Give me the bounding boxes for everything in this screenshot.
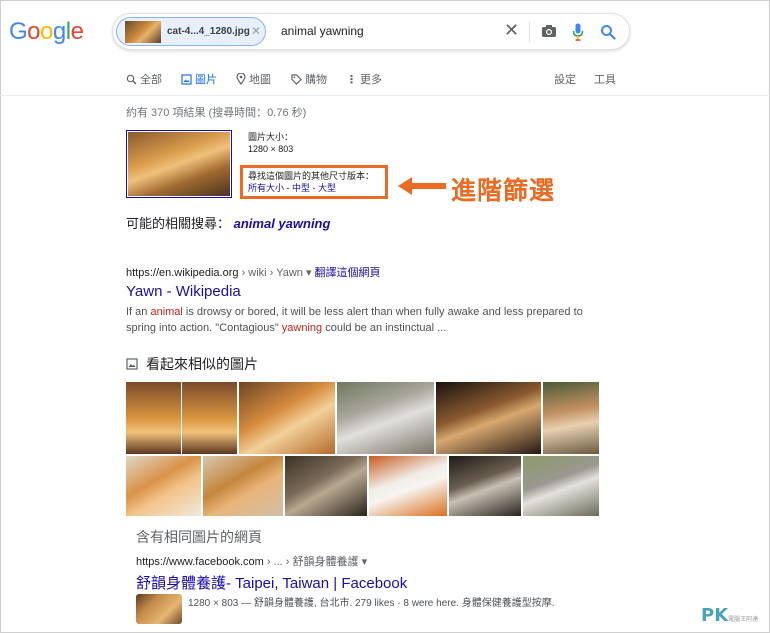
tab-all-label: 全部 bbox=[140, 74, 162, 86]
query-image-thumbnail[interactable] bbox=[126, 130, 232, 198]
tools-label: 工具 bbox=[594, 74, 616, 86]
related-prefix: 可能的相關搜尋： bbox=[126, 216, 231, 231]
settings-label: 設定 bbox=[554, 74, 576, 86]
result2-snippet: 1280 × 803 — 舒韻身體養護, 台北市. 279 likes · 8 … bbox=[188, 598, 555, 609]
tag-icon bbox=[291, 73, 302, 85]
result-url-crumbs: › wiki › Yawn bbox=[238, 267, 303, 279]
tab-more[interactable]: ⋮ 更多 bbox=[346, 71, 382, 87]
tab-all[interactable]: 全部 bbox=[126, 71, 162, 87]
similar-image[interactable] bbox=[126, 382, 181, 454]
translate-link[interactable]: 翻譯這個網頁 bbox=[315, 267, 381, 279]
search-divider bbox=[529, 22, 530, 42]
tab-images-label: 圖片 bbox=[195, 74, 217, 86]
highlight-box bbox=[240, 165, 388, 199]
camera-icon[interactable] bbox=[541, 24, 557, 38]
watermark-logo: PK電腦王阿達 bbox=[701, 605, 759, 626]
similar-image[interactable] bbox=[449, 456, 521, 516]
result2-url: https://www.facebook.com › ... › 舒韻身體養護 … bbox=[136, 553, 367, 569]
chevron-down-icon[interactable]: ▾ bbox=[362, 556, 368, 568]
similar-images-label: 看起來相似的圖片 bbox=[146, 356, 258, 372]
image-chip[interactable]: cat-4...4_1280.jpg ✕ bbox=[116, 17, 266, 46]
search-icon bbox=[126, 74, 137, 84]
result2-url-domain: https://www.facebook.com bbox=[136, 556, 264, 568]
annotation-label: 進階篩選 bbox=[451, 176, 556, 205]
tab-maps-label: 地圖 bbox=[249, 74, 271, 86]
google-logo[interactable]: Google bbox=[9, 18, 84, 46]
tab-more-label: 更多 bbox=[360, 74, 382, 86]
matching-pages-heading: 含有相同圖片的網頁 bbox=[136, 529, 262, 545]
settings-link[interactable]: 設定 bbox=[554, 71, 576, 87]
result-snippet: If an animal is drowsy or bored, it will… bbox=[126, 306, 583, 334]
chip-close-icon[interactable]: ✕ bbox=[251, 24, 261, 38]
chip-label: cat-4...4_1280.jpg bbox=[167, 26, 250, 37]
search-input[interactable]: animal yawning bbox=[281, 24, 364, 38]
nav-divider bbox=[0, 95, 770, 96]
result2-thumbnail[interactable] bbox=[136, 594, 182, 624]
result2-url-crumbs: › ... › 舒韻身體養護 bbox=[263, 556, 359, 568]
tab-images[interactable]: 圖片 bbox=[181, 71, 217, 87]
similar-image[interactable] bbox=[523, 456, 599, 516]
tools-link[interactable]: 工具 bbox=[594, 71, 616, 87]
similar-images-heading: 看起來相似的圖片 bbox=[126, 354, 258, 374]
similar-image[interactable] bbox=[285, 456, 367, 516]
similar-image[interactable] bbox=[369, 456, 447, 516]
similar-image[interactable] bbox=[203, 456, 283, 516]
chevron-down-icon[interactable]: ▾ bbox=[306, 267, 315, 279]
similar-image[interactable] bbox=[182, 382, 237, 454]
similar-image[interactable] bbox=[239, 382, 335, 454]
close-icon[interactable]: ✕ bbox=[504, 21, 519, 39]
related-search-link[interactable]: animal yawning bbox=[234, 216, 331, 231]
tab-maps[interactable]: 地圖 bbox=[236, 71, 271, 87]
search-box[interactable]: cat-4...4_1280.jpg ✕ animal yawning ✕ bbox=[112, 13, 630, 50]
image-icon bbox=[181, 73, 192, 85]
result-title-link[interactable]: Yawn - Wikipedia bbox=[126, 283, 241, 300]
microphone-icon[interactable] bbox=[572, 23, 584, 41]
result-url: https://en.wikipedia.org › wiki › Yawn ▾… bbox=[126, 264, 381, 280]
pin-icon bbox=[236, 73, 246, 85]
result-url-domain: https://en.wikipedia.org bbox=[126, 267, 239, 279]
search-icon[interactable] bbox=[600, 24, 616, 40]
image-size-label: 圖片大小： bbox=[248, 132, 294, 142]
more-icon: ⋮ bbox=[346, 73, 357, 86]
chip-thumbnail bbox=[125, 21, 161, 43]
result-stats: 約有 370 項結果 (搜尋時間：0.76 秒) bbox=[126, 107, 307, 119]
similar-image[interactable] bbox=[436, 382, 541, 454]
image-icon bbox=[126, 358, 138, 370]
image-size-value: 1280 × 803 bbox=[248, 144, 294, 154]
result2-title-link[interactable]: 舒韻身體養護- Taipei, Taiwan | Facebook bbox=[136, 572, 407, 593]
tab-shopping-label: 購物 bbox=[305, 74, 327, 86]
related-search: 可能的相關搜尋： animal yawning bbox=[126, 213, 330, 232]
image-size-info: 圖片大小： 1280 × 803 bbox=[248, 131, 293, 155]
similar-image[interactable] bbox=[543, 382, 599, 454]
tab-shopping[interactable]: 購物 bbox=[291, 71, 327, 87]
similar-image[interactable] bbox=[126, 456, 201, 516]
similar-image[interactable] bbox=[337, 382, 434, 454]
arrow-left-icon bbox=[398, 177, 446, 195]
